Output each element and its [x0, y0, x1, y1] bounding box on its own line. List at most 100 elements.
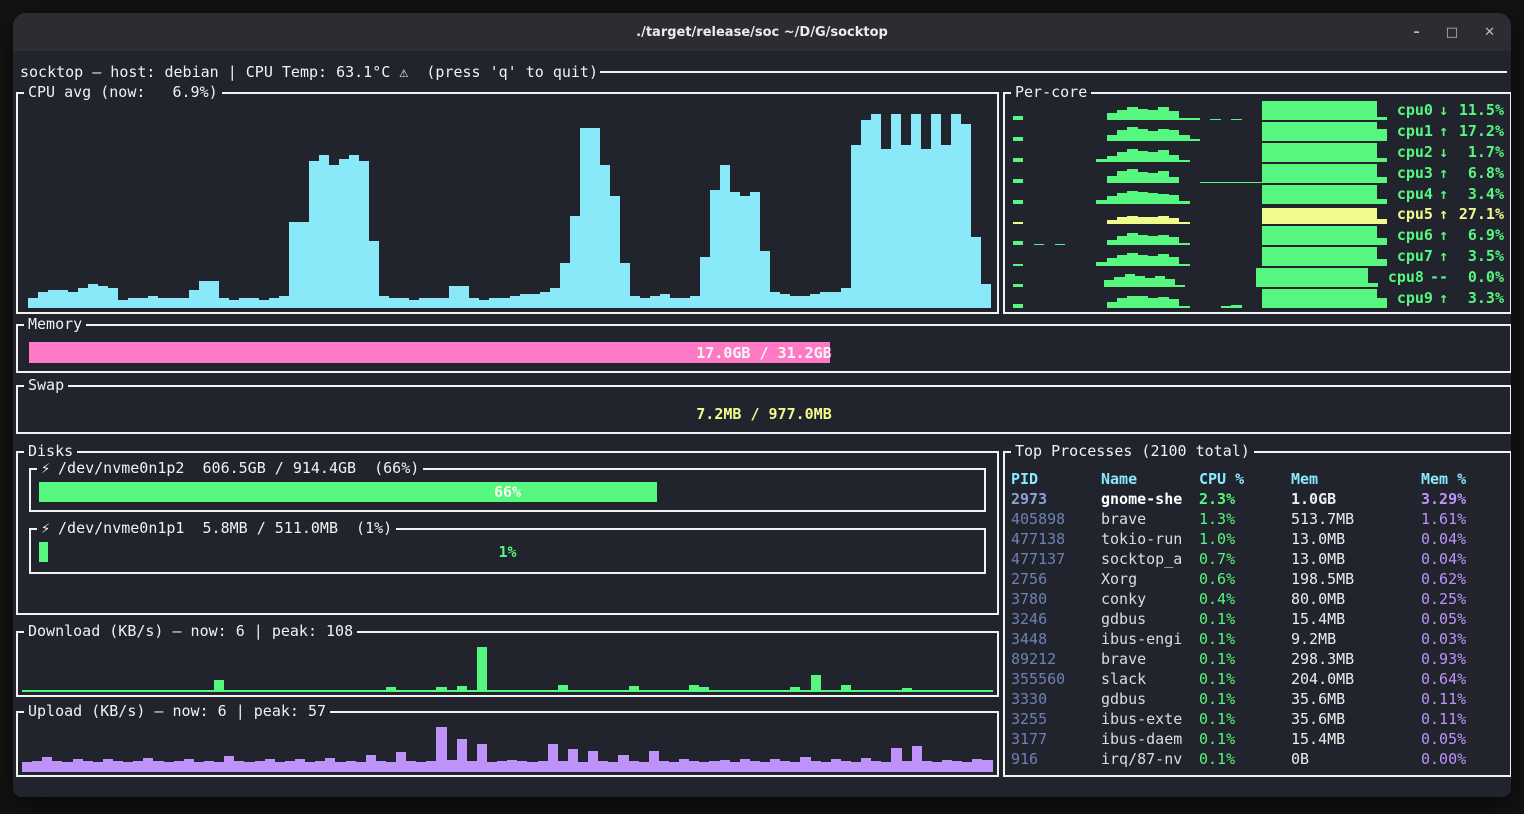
download-bar	[366, 690, 376, 692]
spark-bar	[1294, 122, 1304, 141]
core-name: cpu1	[1397, 121, 1433, 141]
upload-bar	[851, 762, 861, 772]
spark-bar	[1356, 208, 1366, 224]
download-bar	[578, 690, 588, 692]
spark-bar	[1325, 143, 1335, 162]
process-cpu: 0.1%	[1199, 609, 1291, 629]
swap-title: Swap	[24, 376, 68, 395]
spark-bar	[1158, 216, 1168, 225]
spark-bar	[1314, 208, 1324, 224]
spark-bar	[1013, 241, 1023, 246]
maximize-button[interactable]: □	[1446, 26, 1458, 39]
spark-bar	[1262, 289, 1272, 308]
download-bar	[831, 690, 841, 692]
spark-bar	[1304, 101, 1314, 120]
cpu-avg-bar	[489, 298, 499, 308]
cpu-avg-bar	[158, 298, 168, 308]
cpu-avg-bar	[660, 294, 670, 308]
process-name: tokio-run	[1101, 529, 1199, 549]
spark-bar	[1335, 208, 1345, 224]
spark-bar	[1200, 182, 1210, 183]
download-bar	[608, 690, 618, 692]
download-bar	[689, 685, 699, 692]
spark-bar	[1117, 217, 1127, 225]
process-cpu: 0.4%	[1199, 589, 1291, 609]
download-bar	[83, 690, 93, 692]
upload-bar	[578, 762, 588, 772]
header-rule	[600, 71, 1507, 73]
spark-bar	[1304, 208, 1314, 224]
process-row: 916irq/87-nv0.1%0B0.00%	[1011, 749, 1508, 769]
process-mem-pct: 0.03%	[1421, 629, 1508, 649]
cpu-avg-bar	[108, 288, 118, 308]
download-bar	[912, 690, 922, 692]
process-mem-pct: 0.04%	[1421, 529, 1508, 549]
spark-bar	[1294, 208, 1304, 224]
cpu-avg-bar	[831, 292, 841, 308]
upload-bar	[335, 762, 345, 772]
cpu-avg-bar	[128, 298, 138, 308]
upload-bar	[295, 759, 305, 772]
cpu-avg-bar	[540, 292, 550, 308]
upload-bar	[123, 762, 133, 772]
download-bar	[821, 690, 831, 692]
window-title: ./target/release/soc ~/D/G/socktop	[636, 25, 888, 40]
upload-bar	[52, 761, 62, 772]
upload-bar	[659, 761, 669, 772]
upload-bar	[255, 761, 265, 772]
upload-bar	[356, 762, 366, 772]
trend-arrow-icon: ↑	[1439, 121, 1448, 141]
spark-bar	[1138, 255, 1148, 266]
download-bar	[62, 690, 72, 692]
process-cpu: 1.0%	[1199, 529, 1291, 549]
spark-bar	[1283, 101, 1293, 120]
spark-bar	[1175, 285, 1185, 287]
cpu-avg-bar	[88, 284, 98, 308]
download-bar	[952, 690, 962, 692]
memory-title: Memory	[24, 315, 86, 334]
spark-bar	[1346, 208, 1356, 224]
spark-bar	[1377, 298, 1387, 308]
spark-bar	[1327, 268, 1337, 287]
process-name: ibus-engi	[1101, 629, 1199, 649]
spark-bar	[1231, 119, 1241, 120]
cpu6-sparkline	[1013, 226, 1387, 245]
upload-bar	[83, 761, 93, 772]
trend-arrow-icon: ↑	[1439, 204, 1448, 224]
spark-bar	[1366, 164, 1376, 183]
cpu-avg-bar	[530, 294, 540, 308]
cpu-avg-bar	[891, 114, 901, 308]
process-row: 477137socktop_a0.7%13.0MB0.04%	[1011, 549, 1508, 569]
process-cpu: 0.1%	[1199, 669, 1291, 689]
cpu-avg-bar	[810, 294, 820, 308]
process-pid: 2973	[1011, 489, 1101, 509]
spark-bar	[1294, 185, 1304, 204]
spark-bar	[1127, 253, 1137, 266]
disk2-gauge-fill: 1%	[39, 542, 48, 562]
spark-bar	[1304, 185, 1314, 204]
cpu2-label: cpu2↓1.7%	[1397, 142, 1504, 162]
disk-partition-nvme0n1p2: ⚡/dev/nvme0n1p2 606.5GB / 914.4GB (66%) …	[29, 468, 986, 512]
spark-bar	[1158, 297, 1168, 307]
process-name: gdbus	[1101, 609, 1199, 629]
core-row-cpu3: cpu3↑6.8%	[1013, 163, 1504, 183]
cpu-avg-bar	[941, 145, 951, 308]
cpu-avg-bar	[189, 290, 199, 308]
process-pid: 3255	[1011, 709, 1101, 729]
swap-gauge-label: 7.2MB / 977.0MB	[29, 403, 1499, 424]
process-name: slack	[1101, 669, 1199, 689]
trend-arrow-icon: ↑	[1439, 225, 1448, 245]
download-bar	[932, 690, 942, 692]
cpu-avg-bar	[820, 292, 830, 308]
spark-bar	[1348, 268, 1358, 287]
spark-bar	[1325, 247, 1335, 266]
process-row: 477138tokio-run1.0%13.0MB0.04%	[1011, 529, 1508, 549]
close-button[interactable]: ✕	[1484, 26, 1495, 39]
download-bar	[255, 690, 265, 692]
upload-bar	[315, 761, 325, 772]
cpu1-sparkline	[1013, 122, 1387, 141]
cpu-avg-bar	[961, 124, 971, 308]
spark-bar	[1325, 208, 1335, 224]
spark-bar	[1013, 304, 1023, 308]
minimize-button[interactable]: –	[1413, 26, 1420, 39]
